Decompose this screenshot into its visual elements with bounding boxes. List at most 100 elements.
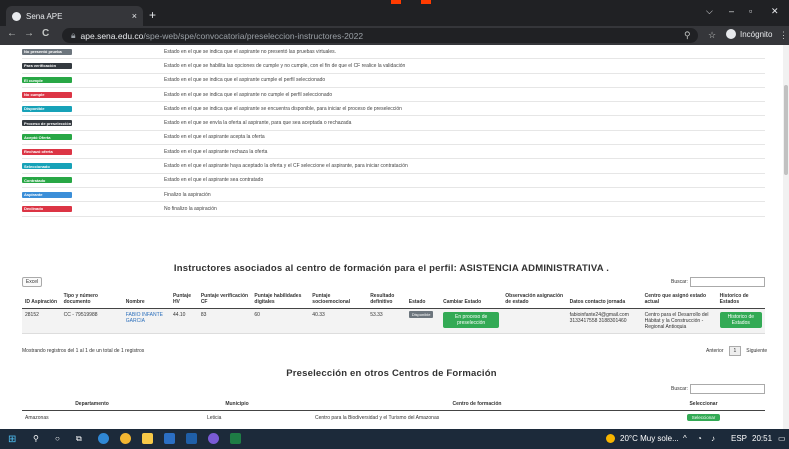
cell-municipio: Leticia (207, 414, 222, 421)
excel-export-button[interactable]: Excel (22, 277, 42, 287)
cell-observation (502, 308, 567, 334)
legend-row: El cumple Estado en el que se indica que … (22, 74, 765, 88)
legend-description: Estado en el que se habilita las opcione… (164, 62, 406, 69)
table-header-row: Departamento Municipio Centro de formaci… (22, 398, 765, 411)
weather-sun-icon[interactable] (606, 434, 615, 443)
volume-icon[interactable]: ♪ (711, 434, 715, 443)
legend-description: Estado en el que el aspirante haya acept… (164, 163, 408, 170)
search-box-1: Buscar: (671, 277, 765, 287)
search-label: Buscar: (671, 386, 688, 392)
page-content: No presentó prueba Estado en el que se in… (0, 45, 783, 429)
col-verif[interactable]: Puntaje verificación CF (197, 292, 252, 309)
pager-prev[interactable]: Anterior (706, 348, 724, 354)
pager-next[interactable]: Siguiente (746, 348, 767, 354)
status-badge: Disponible (408, 310, 434, 318)
weather-text[interactable]: 20°C Muy sole... (620, 434, 679, 443)
col-digital[interactable]: Puntaje habilidades digitales (251, 292, 310, 309)
back-icon[interactable]: ← (7, 28, 17, 39)
legend-row: Rechazó oferta Estado en el que el aspira… (22, 145, 765, 160)
col-history[interactable]: Historico de Estados (716, 292, 765, 309)
col-departamento[interactable]: Departamento (22, 398, 162, 411)
col-observation[interactable]: Observación asignación de estado (502, 292, 567, 309)
col-center[interactable]: Centro que asignó estado actual (641, 292, 717, 309)
col-result[interactable]: Resultado definitivo (367, 292, 406, 309)
legend-row: Aceptó Oferta Estado en el que el aspiran… (22, 131, 765, 146)
col-socio[interactable]: Puntaje socioemocional (309, 292, 368, 309)
col-state[interactable]: Estado (405, 292, 441, 309)
maximize-button[interactable]: ▫ (749, 6, 752, 16)
star-icon[interactable]: ☆ (708, 30, 716, 41)
network-icon[interactable]: ◔ (697, 434, 702, 443)
cell-hv: 44.10 (169, 308, 198, 334)
legend-description: Estado en el que se indica que el aspira… (164, 91, 333, 98)
state-legend: No presentó prueba Estado en el que se in… (22, 45, 765, 217)
cell-name-link[interactable]: FABIO INFANTE GARCIA (122, 308, 170, 334)
menu-icon[interactable]: ⋮ (779, 30, 788, 41)
tray-chevron-icon[interactable]: ^ (683, 434, 687, 443)
excel-icon[interactable] (230, 433, 241, 444)
chrome-icon[interactable] (120, 433, 131, 444)
col-name[interactable]: Nombre (122, 292, 170, 309)
search-input[interactable] (689, 384, 765, 394)
windows-start-icon[interactable]: ⊞ (8, 434, 16, 445)
browser-tab[interactable]: Sena APE × (6, 6, 143, 26)
cortana-icon[interactable]: ○ (55, 434, 60, 443)
app-icon[interactable] (208, 433, 219, 444)
legend-badge: Aceptó Oferta (22, 134, 72, 141)
edge-icon[interactable] (98, 433, 109, 444)
close-window-button[interactable]: ✕ (771, 6, 779, 17)
scrollbar-thumb[interactable] (784, 85, 788, 175)
pager-current[interactable]: 1 (728, 346, 742, 356)
legend-row: Seleccionado Estado en el que el aspirant… (22, 159, 765, 174)
legend-description: No finalizo la aspiración (164, 205, 217, 212)
address-bar[interactable]: 🔒︎ ape.sena.edu.co /spe-web/spe/convocat… (62, 28, 698, 43)
cell-select: Seleccionar (642, 411, 765, 425)
url-path: /spe-web/spe/convocatoria/preseleccion-i… (143, 30, 364, 41)
file-explorer-icon[interactable] (142, 433, 153, 444)
cell-state: Disponible (405, 308, 441, 334)
notifications-icon[interactable]: ▭ (778, 434, 786, 443)
minimize-button[interactable]: – (729, 6, 734, 16)
cell-verif: 83 (197, 308, 252, 334)
incognito-badge[interactable]: Incógnito (726, 29, 772, 39)
language-indicator[interactable]: ESP (731, 434, 747, 443)
cell-change: En proceso de preselección (440, 308, 503, 334)
search-input[interactable] (689, 277, 765, 287)
cell-result: 53.33 (367, 308, 406, 334)
vertical-scrollbar[interactable] (783, 45, 789, 429)
col-id[interactable]: ID Aspiración (22, 292, 61, 309)
col-change[interactable]: Cambiar Estado (440, 292, 503, 309)
new-tab-button[interactable]: + (149, 8, 156, 22)
legend-badge: Contratado (22, 177, 72, 184)
pagination: Anterior 1 Siguiente (706, 346, 767, 356)
legend-description: Finalizo la aspiración (164, 191, 211, 198)
col-doc[interactable]: Tipo y número documento (60, 292, 123, 309)
col-contact[interactable]: Datos contacto jornada (566, 292, 642, 309)
legend-description: Estado en el que se indica que el aspira… (164, 77, 326, 84)
col-hv[interactable]: Puntaje HV (169, 292, 198, 309)
mail-icon[interactable] (164, 433, 175, 444)
legend-badge: Seleccionado (22, 163, 72, 170)
legend-description: Estado en el que el aspirante acepta la … (164, 134, 265, 141)
tab-close-icon[interactable]: × (132, 11, 137, 21)
col-seleccionar[interactable]: Seleccionar (642, 398, 765, 411)
history-button[interactable]: Historico de Estados (719, 311, 762, 328)
tab-search-icon[interactable]: ⌵ (706, 6, 713, 17)
zoom-icon[interactable]: ⚲ (684, 30, 691, 41)
task-view-icon[interactable]: ⧉ (76, 434, 82, 444)
table-row: Amazonas Leticia Centro para la Biodiver… (22, 411, 765, 425)
forward-icon[interactable]: → (24, 28, 34, 39)
col-centro[interactable]: Centro de formación (312, 398, 642, 411)
search-icon[interactable]: ⚲ (33, 434, 39, 443)
select-button[interactable]: Seleccionar (686, 414, 721, 422)
legend-row: No presentó prueba Estado en el que se in… (22, 45, 765, 60)
orange-accent-mark (421, 0, 431, 4)
change-state-button[interactable]: En proceso de preselección (443, 311, 500, 328)
clock[interactable]: 20:51 (752, 434, 772, 443)
cell-centro: Centro para la Biodiversidad y el Turism… (315, 414, 440, 421)
table-info: Mostrando registros del 1 al 1 de un tot… (22, 348, 145, 354)
legend-row: Disponible Estado en el que se indica que… (22, 102, 765, 117)
col-municipio[interactable]: Municipio (162, 398, 312, 411)
word-icon[interactable] (186, 433, 197, 444)
reload-icon[interactable]: C (42, 28, 49, 39)
